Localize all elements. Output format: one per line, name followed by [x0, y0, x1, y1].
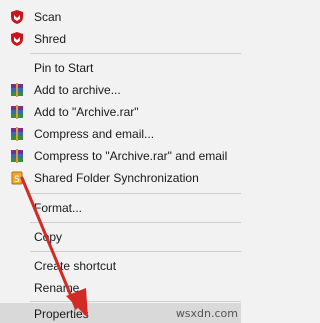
- menu-separator: [30, 301, 241, 302]
- watermark: wsxdn.com: [175, 307, 238, 320]
- menu-item-label: Create shortcut: [34, 259, 117, 273]
- mcafee-shield-icon: [9, 31, 25, 47]
- menu-item-shared-folder-sync[interactable]: S Shared Folder Synchronization: [0, 167, 241, 189]
- menu-separator: [30, 53, 241, 54]
- menu-item-compress-to-archive-and-email[interactable]: Compress to "Archive.rar" and email: [0, 145, 241, 167]
- context-menu: Scan Shred Pin to Start Add to archive..…: [0, 0, 241, 323]
- winrar-books-icon: [9, 148, 25, 164]
- svg-text:S: S: [14, 175, 20, 185]
- menu-item-label: Copy: [34, 230, 63, 244]
- menu-item-label: Pin to Start: [34, 61, 94, 75]
- winrar-books-icon: [9, 82, 25, 98]
- menu-item-create-shortcut[interactable]: Create shortcut: [0, 255, 241, 277]
- menu-item-label: Shared Folder Synchronization: [34, 171, 199, 185]
- menu-item-label: Compress to "Archive.rar" and email: [34, 149, 228, 163]
- menu-separator: [30, 193, 241, 194]
- menu-item-rename[interactable]: Rename: [0, 277, 241, 299]
- menu-item-label: Shred: [34, 32, 67, 46]
- menu-item-add-to-archive[interactable]: Add to archive...: [0, 79, 241, 101]
- menu-item-label: Compress and email...: [34, 127, 155, 141]
- winrar-books-icon: [9, 126, 25, 142]
- mcafee-shield-icon: [9, 9, 25, 25]
- menu-item-label: Add to archive...: [34, 83, 121, 97]
- menu-item-compress-and-email[interactable]: Compress and email...: [0, 123, 241, 145]
- menu-item-shred[interactable]: Shred: [0, 28, 241, 50]
- menu-item-format[interactable]: Format...: [0, 197, 241, 219]
- menu-item-label: Scan: [34, 10, 62, 24]
- menu-separator: [30, 251, 241, 252]
- menu-item-add-to-archive-rar[interactable]: Add to "Archive.rar": [0, 101, 241, 123]
- menu-separator: [30, 222, 241, 223]
- menu-item-copy[interactable]: Copy: [0, 226, 241, 248]
- menu-item-label: Properties: [34, 307, 89, 321]
- menu-item-pin-to-start[interactable]: Pin to Start: [0, 57, 241, 79]
- menu-item-label: Rename: [34, 281, 80, 295]
- menu-item-label: Add to "Archive.rar": [34, 105, 139, 119]
- menu-item-scan[interactable]: Scan: [0, 6, 241, 28]
- menu-item-label: Format...: [34, 201, 83, 215]
- winrar-books-icon: [9, 104, 25, 120]
- sync-folder-icon: S: [9, 170, 25, 186]
